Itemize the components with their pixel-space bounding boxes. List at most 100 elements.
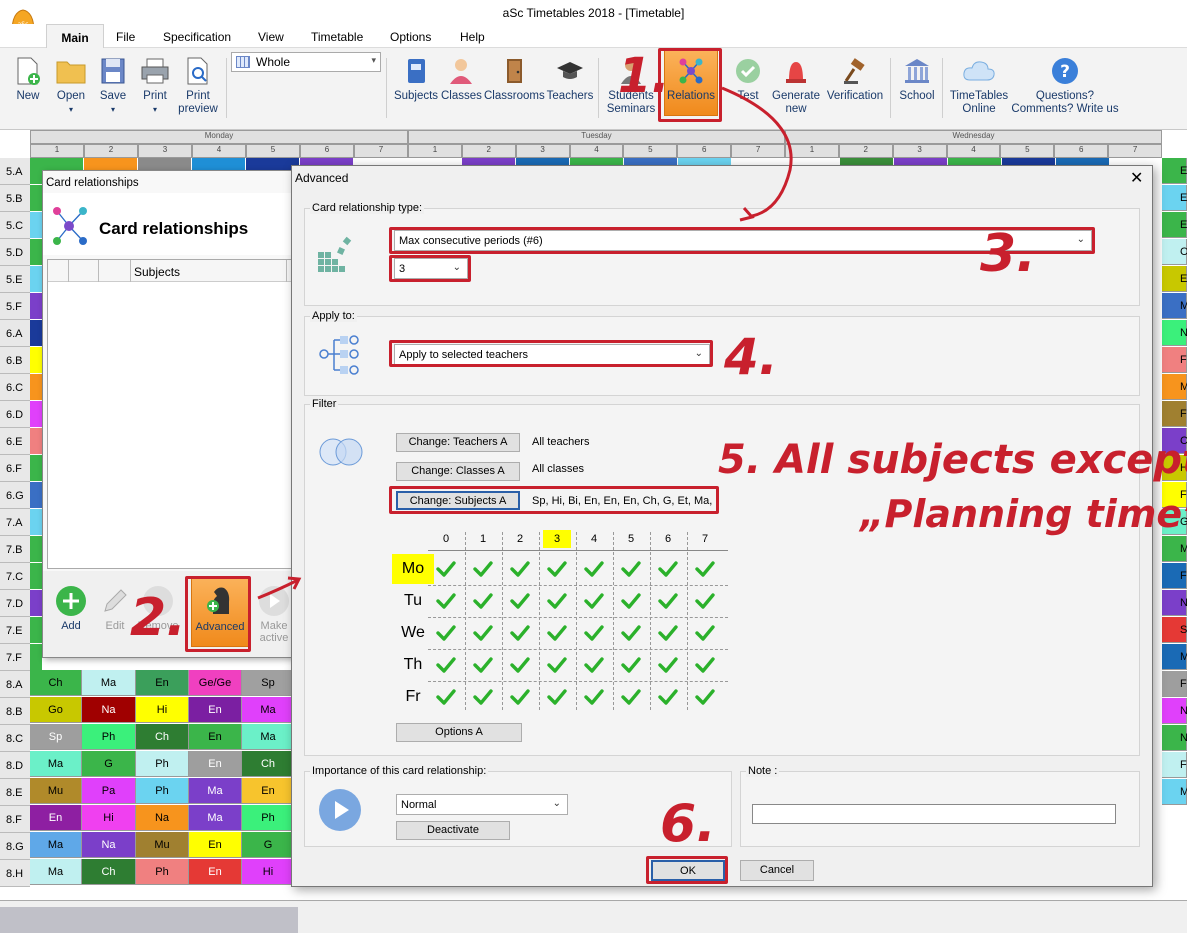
generate-new-button[interactable]: Generate new (770, 56, 822, 116)
lesson-cell[interactable] (30, 347, 42, 373)
change-classes-button[interactable]: Change: Classes A (396, 462, 520, 481)
period-column-header[interactable]: 6 (654, 530, 682, 548)
print-button[interactable]: Print ▾ (138, 56, 172, 116)
lesson-cell[interactable]: F (1162, 563, 1187, 589)
card-rel-list[interactable]: Subjects (47, 259, 294, 569)
lesson-cell[interactable]: Ma (82, 670, 136, 696)
lesson-cell[interactable]: Pa (82, 778, 136, 804)
classrooms-button[interactable]: Classrooms (484, 56, 545, 103)
check-icon[interactable] (510, 688, 530, 706)
lesson-cell[interactable] (30, 212, 42, 238)
class-row-label[interactable]: 8.G (0, 833, 30, 860)
check-icon[interactable] (621, 592, 641, 610)
lesson-cell[interactable]: N (1162, 590, 1187, 616)
lesson-cell[interactable]: Na (82, 832, 136, 858)
lesson-cell[interactable]: F (1162, 752, 1187, 778)
lesson-cell[interactable]: Sp (30, 724, 82, 750)
check-icon[interactable] (695, 688, 715, 706)
check-icon[interactable] (695, 592, 715, 610)
check-icon[interactable] (658, 560, 678, 578)
view-select[interactable]: Whole ▾ (231, 52, 381, 72)
lesson-cell[interactable] (30, 293, 42, 319)
check-icon[interactable] (658, 592, 678, 610)
check-icon[interactable] (584, 656, 604, 674)
check-icon[interactable] (436, 560, 456, 578)
lesson-cell[interactable]: Ma (189, 805, 242, 831)
check-icon[interactable] (473, 592, 493, 610)
print-preview-button[interactable]: Print preview (176, 56, 220, 116)
lesson-cell[interactable] (30, 617, 42, 643)
tab-options[interactable]: Options (390, 30, 431, 44)
note-input[interactable] (752, 804, 1116, 824)
importance-select[interactable]: Normal ⌄ (396, 794, 568, 815)
lesson-cell[interactable] (30, 320, 42, 346)
lesson-cell[interactable]: Na (82, 697, 136, 723)
check-icon[interactable] (621, 624, 641, 642)
lesson-cell[interactable]: M (1162, 293, 1187, 319)
class-row-label[interactable]: 8.E (0, 779, 30, 806)
lesson-cell[interactable]: Sp (242, 670, 295, 696)
change-teachers-button[interactable]: Change: Teachers A (396, 433, 520, 452)
class-row-label[interactable]: 5.F (0, 293, 30, 320)
check-icon[interactable] (436, 656, 456, 674)
lesson-cell[interactable]: En (30, 805, 82, 831)
check-icon[interactable] (658, 656, 678, 674)
lesson-cell[interactable] (30, 185, 42, 211)
lesson-cell[interactable]: Ma (242, 697, 295, 723)
lesson-cell[interactable]: M (1162, 779, 1187, 805)
lesson-cell[interactable] (30, 563, 42, 589)
class-row-label[interactable]: 5.B (0, 185, 30, 212)
check-icon[interactable] (473, 560, 493, 578)
class-row-label[interactable]: 5.C (0, 212, 30, 239)
subjects-button[interactable]: Subjects (393, 56, 439, 103)
verification-button[interactable]: Verification (824, 56, 886, 103)
lesson-cell[interactable]: E (1162, 212, 1187, 238)
class-row-label[interactable]: 6.E (0, 428, 30, 455)
lesson-cell[interactable] (30, 239, 42, 265)
check-icon[interactable] (584, 560, 604, 578)
check-icon[interactable] (473, 688, 493, 706)
lesson-cell[interactable]: Ch (136, 724, 189, 750)
tab-main[interactable]: Main (46, 24, 104, 49)
period-column-header[interactable]: 7 (691, 530, 719, 548)
lesson-cell[interactable]: Go (30, 697, 82, 723)
lesson-cell[interactable]: N (1162, 320, 1187, 346)
lesson-cell[interactable] (30, 644, 42, 670)
lesson-cell[interactable]: Mu (136, 832, 189, 858)
lesson-cell[interactable]: E (1162, 158, 1187, 184)
lesson-cell[interactable] (30, 266, 42, 292)
check-icon[interactable] (695, 656, 715, 674)
tab-file[interactable]: File (116, 30, 135, 44)
period-column-header[interactable]: 5 (617, 530, 645, 548)
check-icon[interactable] (473, 656, 493, 674)
lesson-cell[interactable] (30, 536, 42, 562)
col-subjects[interactable]: Subjects (134, 265, 180, 279)
timetables-online-button[interactable]: TimeTables Online (948, 56, 1010, 116)
lesson-cell[interactable]: En (189, 751, 242, 777)
tab-specification[interactable]: Specification (163, 30, 231, 44)
lesson-cell[interactable] (30, 374, 42, 400)
tab-view[interactable]: View (258, 30, 284, 44)
lesson-cell[interactable]: Ma (30, 859, 82, 885)
period-column-header[interactable]: 1 (469, 530, 497, 548)
lesson-cell[interactable]: Ph (136, 859, 189, 885)
check-icon[interactable] (621, 688, 641, 706)
check-icon[interactable] (510, 592, 530, 610)
lesson-cell[interactable]: G (82, 751, 136, 777)
lesson-cell[interactable]: F (1162, 401, 1187, 427)
lesson-cell[interactable]: Hi (82, 805, 136, 831)
lesson-cell[interactable]: En (136, 670, 189, 696)
lesson-cell[interactable]: F (1162, 347, 1187, 373)
class-row-label[interactable]: 8.F (0, 806, 30, 833)
teachers-button[interactable]: Teachers (546, 56, 594, 103)
lesson-cell[interactable]: Ch (242, 751, 295, 777)
check-icon[interactable] (436, 688, 456, 706)
lesson-cell[interactable]: Ma (30, 832, 82, 858)
tab-timetable[interactable]: Timetable (311, 30, 363, 44)
class-row-label[interactable]: 6.C (0, 374, 30, 401)
lesson-cell[interactable] (30, 158, 42, 184)
check-icon[interactable] (510, 560, 530, 578)
class-row-label[interactable]: 8.H (0, 860, 30, 887)
check-icon[interactable] (547, 560, 567, 578)
lesson-cell[interactable]: Ch (82, 859, 136, 885)
